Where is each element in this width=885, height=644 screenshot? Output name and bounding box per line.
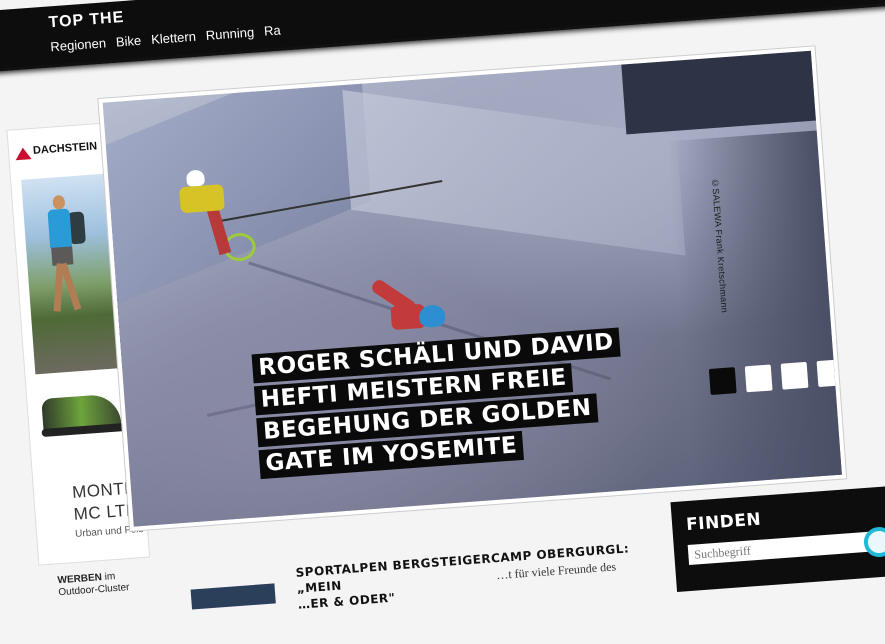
article-thumbnail[interactable] [190,583,276,610]
nav-link-bike[interactable]: Bike [115,33,141,50]
article-teaser[interactable]: SPORTALPEN BERGSTEIGERCAMP OBERGURGL: „M… [295,538,658,612]
hero-slider[interactable]: ©SALEWA Frank Kretschmann ROGER SCHÄLI U… [102,50,842,527]
nav-link-running[interactable]: Running [205,24,254,43]
hero-headline[interactable]: ROGER SCHÄLI UND DAVID HEFTI MEISTERN FR… [251,327,640,482]
search-heading: FINDEN [685,509,762,536]
article-title[interactable]: SPORTALPEN BERGSTEIGERCAMP OBERGURGL: „M… [295,538,658,612]
advertise-link[interactable]: WERBEN im Outdoor-Cluster [57,570,130,599]
search-icon[interactable] [862,525,885,559]
slide-dot-2[interactable] [744,364,773,393]
dachstein-logo-icon [14,147,32,161]
climber-yellow [179,184,225,214]
search-widget: FINDEN [670,484,885,592]
nav-link-more[interactable]: Ra [264,22,282,38]
slide-dot-1[interactable] [708,367,737,395]
ad-brand-logo: DACHSTEIN [32,140,98,157]
nav-link-regionen[interactable]: Regionen [50,35,107,54]
slide-dot-3[interactable] [780,361,809,390]
slide-dot-4[interactable] [816,359,842,388]
page: TOP THE Regionen Bike Klettern Running R… [0,0,885,612]
site-brand[interactable]: TOP THE [48,9,125,33]
nav-link-klettern[interactable]: Klettern [151,29,197,47]
search-input[interactable] [687,531,871,566]
